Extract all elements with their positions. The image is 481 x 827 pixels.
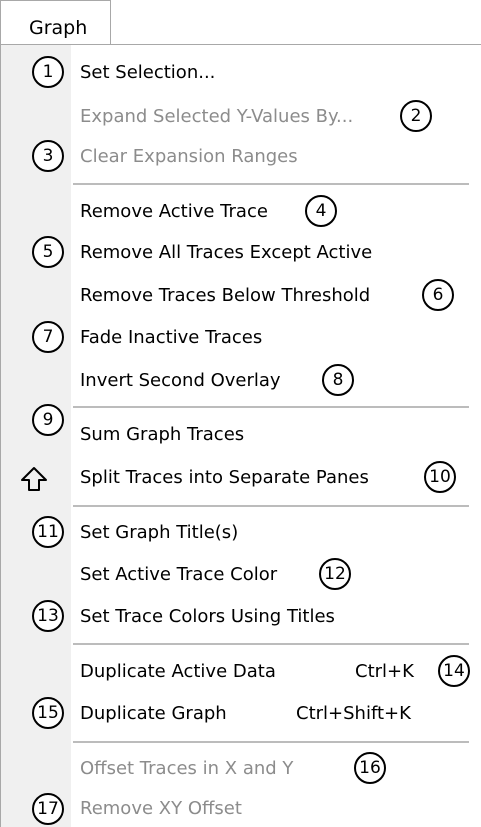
callout-17: 17 xyxy=(32,793,64,825)
callout-4: 4 xyxy=(305,195,337,227)
menu-item-duplicate-active-data[interactable]: Duplicate Active Data xyxy=(80,661,276,683)
menu-separator xyxy=(73,505,469,507)
menu-item-offset-traces-in-x-and-y[interactable]: Offset Traces in X and Y xyxy=(80,758,293,780)
menu-item-set-trace-colors-using-titles[interactable]: Set Trace Colors Using Titles xyxy=(80,606,335,628)
callout-14: 14 xyxy=(438,655,470,687)
menu-left-border xyxy=(0,44,1,827)
up-arrow-icon xyxy=(21,467,47,491)
menu-separator xyxy=(73,741,469,743)
menu-shortcut-duplicate-graph: Ctrl+Shift+K xyxy=(296,703,411,724)
callout-13: 13 xyxy=(32,600,64,632)
menu-item-set-active-trace-color[interactable]: Set Active Trace Color xyxy=(80,564,277,586)
callout-7: 7 xyxy=(32,321,64,353)
callout-3: 3 xyxy=(32,140,64,172)
menu-item-set-graph-titles[interactable]: Set Graph Title(s) xyxy=(80,522,238,544)
menu-item-remove-active-trace[interactable]: Remove Active Trace xyxy=(80,201,268,223)
menu-item-set-selection[interactable]: Set Selection... xyxy=(80,62,215,84)
menu-item-clear-expansion-ranges[interactable]: Clear Expansion Ranges xyxy=(80,146,298,168)
callout-15: 15 xyxy=(32,697,64,729)
menu-item-invert-second-overlay[interactable]: Invert Second Overlay xyxy=(80,370,281,392)
callout-1: 1 xyxy=(32,56,64,88)
menu-item-duplicate-graph[interactable]: Duplicate Graph xyxy=(80,703,227,725)
menu-item-expand-selected-y-values[interactable]: Expand Selected Y-Values By... xyxy=(80,106,353,128)
callout-16: 16 xyxy=(354,752,386,784)
menu-item-remove-traces-below-threshold[interactable]: Remove Traces Below Threshold xyxy=(80,285,370,307)
menu-item-sum-graph-traces[interactable]: Sum Graph Traces xyxy=(80,424,244,446)
menu-tab-graph[interactable]: Graph xyxy=(0,0,111,45)
menu-tab-label: Graph xyxy=(29,17,88,39)
menu-item-remove-all-traces-except-active[interactable]: Remove All Traces Except Active xyxy=(80,242,372,264)
menu-item-split-traces-into-separate-panes[interactable]: Split Traces into Separate Panes xyxy=(80,467,369,489)
callout-9: 9 xyxy=(32,404,64,436)
menu-shortcut-duplicate-active-data: Ctrl+K xyxy=(355,661,414,682)
callout-11: 11 xyxy=(32,516,64,548)
menu-item-fade-inactive-traces[interactable]: Fade Inactive Traces xyxy=(80,327,262,349)
callout-2: 2 xyxy=(400,100,432,132)
menu-separator xyxy=(73,643,469,645)
callout-10: 10 xyxy=(424,461,456,493)
callout-8: 8 xyxy=(322,364,354,396)
callout-6: 6 xyxy=(422,279,454,311)
callout-12: 12 xyxy=(319,558,351,590)
menu-separator xyxy=(73,183,469,185)
callout-5: 5 xyxy=(32,236,64,268)
menu-separator xyxy=(73,406,469,408)
menu-item-remove-xy-offset[interactable]: Remove XY Offset xyxy=(80,798,242,820)
menu-top-border xyxy=(0,44,481,45)
